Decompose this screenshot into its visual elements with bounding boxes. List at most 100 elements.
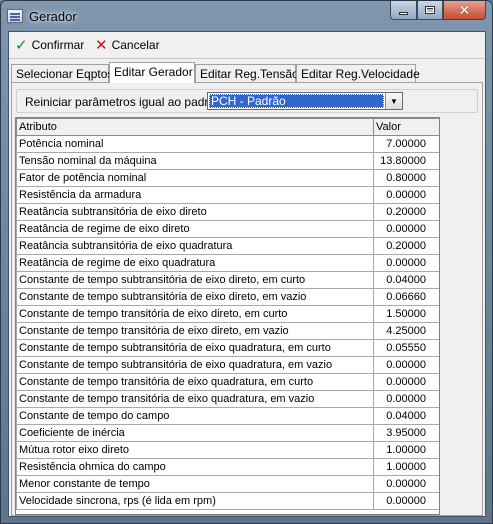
close-button[interactable]: ✕ [443, 1, 486, 20]
value-cell[interactable]: 0.20000 [373, 203, 439, 221]
value-cell[interactable]: 0.00000 [373, 390, 439, 408]
table-row[interactable]: Resistência da armadura 0.00000 [16, 186, 439, 204]
table-row[interactable]: Reatância de regime de eixo direto 0.0000… [16, 220, 439, 238]
attribute-cell: Constante de tempo subtransitória de eix… [16, 288, 374, 306]
attribute-cell: Velocidade sincrona, rps (é lida em rpm) [16, 492, 374, 510]
table-row[interactable]: Fator de potência nominal 0.80000 [16, 169, 439, 187]
value-cell[interactable]: 0.80000 [373, 169, 439, 187]
window-controls: ✕ [390, 1, 486, 20]
attribute-cell: Fator de potência nominal [16, 169, 374, 187]
attribute-cell: Constante de tempo transitória de eixo q… [16, 390, 374, 408]
table-row[interactable]: Constante de tempo subtransitória de eix… [16, 356, 439, 374]
editar-gerador-panel: Reiniciar parâmetros igual ao padrão PCH… [11, 82, 483, 516]
cancel-label: Cancelar [111, 38, 160, 52]
value-cell[interactable]: 0.00000 [373, 254, 439, 272]
tab-editar-reg-velocidade[interactable]: Editar Reg.Velocidade [296, 64, 420, 82]
table-row[interactable]: Velocidade sincrona, rps (é lida em rpm)… [16, 492, 439, 510]
attribute-cell: Potência nominal [16, 135, 374, 153]
table-row[interactable]: Reatância de regime de eixo quadratura 0.… [16, 254, 439, 272]
attribute-cell: Constante de tempo transitória de eixo d… [16, 305, 374, 323]
value-cell[interactable]: 0.00000 [373, 492, 439, 510]
tab-editar-reg-tensao[interactable]: Editar Reg.Tensão [195, 64, 299, 82]
table-row[interactable]: Constante de tempo subtransitória de eix… [16, 288, 439, 306]
column-header-value[interactable]: Valor [373, 118, 439, 136]
attribute-cell: Constante de tempo subtransitória de eix… [16, 271, 374, 289]
value-cell[interactable]: 0.04000 [373, 271, 439, 289]
check-icon: ✓ [15, 36, 28, 54]
value-cell[interactable]: 0.00000 [373, 356, 439, 374]
table-row[interactable]: Coeficiente de inércia 3.95000 [16, 424, 439, 442]
toolbar-divider [9, 58, 485, 59]
close-icon: ✕ [458, 1, 471, 18]
attribute-cell: Constante de tempo transitória de eixo d… [16, 322, 374, 340]
dialog-client-area: ✓ Confirmar ✕ Cancelar Selecionar Eqptos… [8, 31, 486, 517]
table-row[interactable]: Menor constante de tempo 0.00000 [16, 475, 439, 493]
value-cell[interactable]: 7.00000 [373, 135, 439, 153]
x-icon: ✕ [95, 36, 108, 54]
grid-body: Potência nominal 7.00000 Tensão nominal da… [16, 135, 439, 510]
column-header-attribute[interactable]: Atributo [16, 118, 374, 136]
maximize-button[interactable] [417, 1, 443, 20]
value-cell[interactable]: 1.00000 [373, 458, 439, 476]
attribute-cell: Reatância de regime de eixo quadratura [16, 254, 374, 272]
value-cell[interactable]: 0.06660 [373, 288, 439, 306]
attribute-cell: Menor constante de tempo [16, 475, 374, 493]
table-row[interactable]: Reatância subtransitória de eixo direto 0… [16, 203, 439, 221]
table-row[interactable]: Constante de tempo transitória de eixo q… [16, 373, 439, 391]
cancel-button[interactable]: ✕ Cancelar [95, 36, 160, 54]
attribute-cell: Constante de tempo subtransitória de eix… [16, 356, 374, 374]
table-row[interactable]: Mútua rotor eixo direto 1.00000 [16, 441, 439, 459]
parameters-grid[interactable]: Atributo Valor Potência nominal 7.00000 Te… [15, 117, 440, 515]
attribute-cell: Reatância subtransitória de eixo direto [16, 203, 374, 221]
grid-header-row: Atributo Valor [16, 118, 439, 136]
value-cell[interactable]: 4.25000 [373, 322, 439, 340]
confirm-label: Confirmar [31, 38, 85, 52]
tab-editar-gerador[interactable]: Editar Gerador [109, 62, 195, 83]
attribute-cell: Constante de tempo subtransitória de eix… [16, 339, 374, 357]
title-bar[interactable]: Gerador ✕ [1, 1, 492, 31]
attribute-cell: Constante de tempo do campo [16, 407, 374, 425]
value-cell[interactable]: 0.00000 [373, 373, 439, 391]
value-cell[interactable]: 0.20000 [373, 237, 439, 255]
value-cell[interactable]: 0.05550 [373, 339, 439, 357]
default-profile-value: PCH - Padrão [209, 94, 384, 108]
tab-selecionar-eqptos[interactable]: Selecionar Eqptos [11, 64, 113, 82]
confirm-button[interactable]: ✓ Confirmar [15, 36, 84, 54]
attribute-cell: Reatância subtransitória de eixo quadrat… [16, 237, 374, 255]
chevron-down-icon[interactable]: ▼ [385, 93, 402, 109]
attribute-cell: Resistência ohmica do campo [16, 458, 374, 476]
maximize-icon [425, 6, 435, 14]
attribute-cell: Coeficiente de inércia [16, 424, 374, 442]
minimize-button[interactable] [390, 1, 417, 20]
toolbar: ✓ Confirmar ✕ Cancelar [9, 32, 485, 58]
attribute-cell: Reatância de regime de eixo direto [16, 220, 374, 238]
value-cell[interactable]: 1.00000 [373, 441, 439, 459]
table-row[interactable]: Constante de tempo subtransitória de eix… [16, 339, 439, 357]
table-row[interactable]: Reatância subtransitória de eixo quadrat… [16, 237, 439, 255]
table-row[interactable]: Potência nominal 7.00000 [16, 135, 439, 153]
value-cell[interactable]: 0.04000 [373, 407, 439, 425]
table-row[interactable]: Tensão nominal da máquina 13.80000 [16, 152, 439, 170]
value-cell[interactable]: 3.95000 [373, 424, 439, 442]
minimize-icon [399, 12, 408, 15]
window-title: Gerador [29, 9, 77, 24]
attribute-cell: Constante de tempo transitória de eixo q… [16, 373, 374, 391]
value-cell[interactable]: 0.00000 [373, 475, 439, 493]
reset-label: Reiniciar parâmetros igual ao padrão [25, 95, 222, 109]
table-row[interactable]: Constante de tempo transitória de eixo q… [16, 390, 439, 408]
gerador-window: Gerador ✕ ✓ Confirmar ✕ Cancelar Selecio… [0, 0, 493, 524]
value-cell[interactable]: 0.00000 [373, 186, 439, 204]
table-row[interactable]: Constante de tempo subtransitória de eix… [16, 271, 439, 289]
app-icon [7, 9, 23, 23]
attribute-cell: Resistência da armadura [16, 186, 374, 204]
default-profile-select[interactable]: PCH - Padrão ▼ [207, 92, 403, 110]
value-cell[interactable]: 0.00000 [373, 220, 439, 238]
reset-parameters-group: Reiniciar parâmetros igual ao padrão PCH… [16, 89, 478, 113]
value-cell[interactable]: 13.80000 [373, 152, 439, 170]
table-row[interactable]: Constante de tempo do campo 0.04000 [16, 407, 439, 425]
table-row[interactable]: Resistência ohmica do campo 1.00000 [16, 458, 439, 476]
table-row[interactable]: Constante de tempo transitória de eixo d… [16, 322, 439, 340]
value-cell[interactable]: 1.50000 [373, 305, 439, 323]
attribute-cell: Mútua rotor eixo direto [16, 441, 374, 459]
table-row[interactable]: Constante de tempo transitória de eixo d… [16, 305, 439, 323]
